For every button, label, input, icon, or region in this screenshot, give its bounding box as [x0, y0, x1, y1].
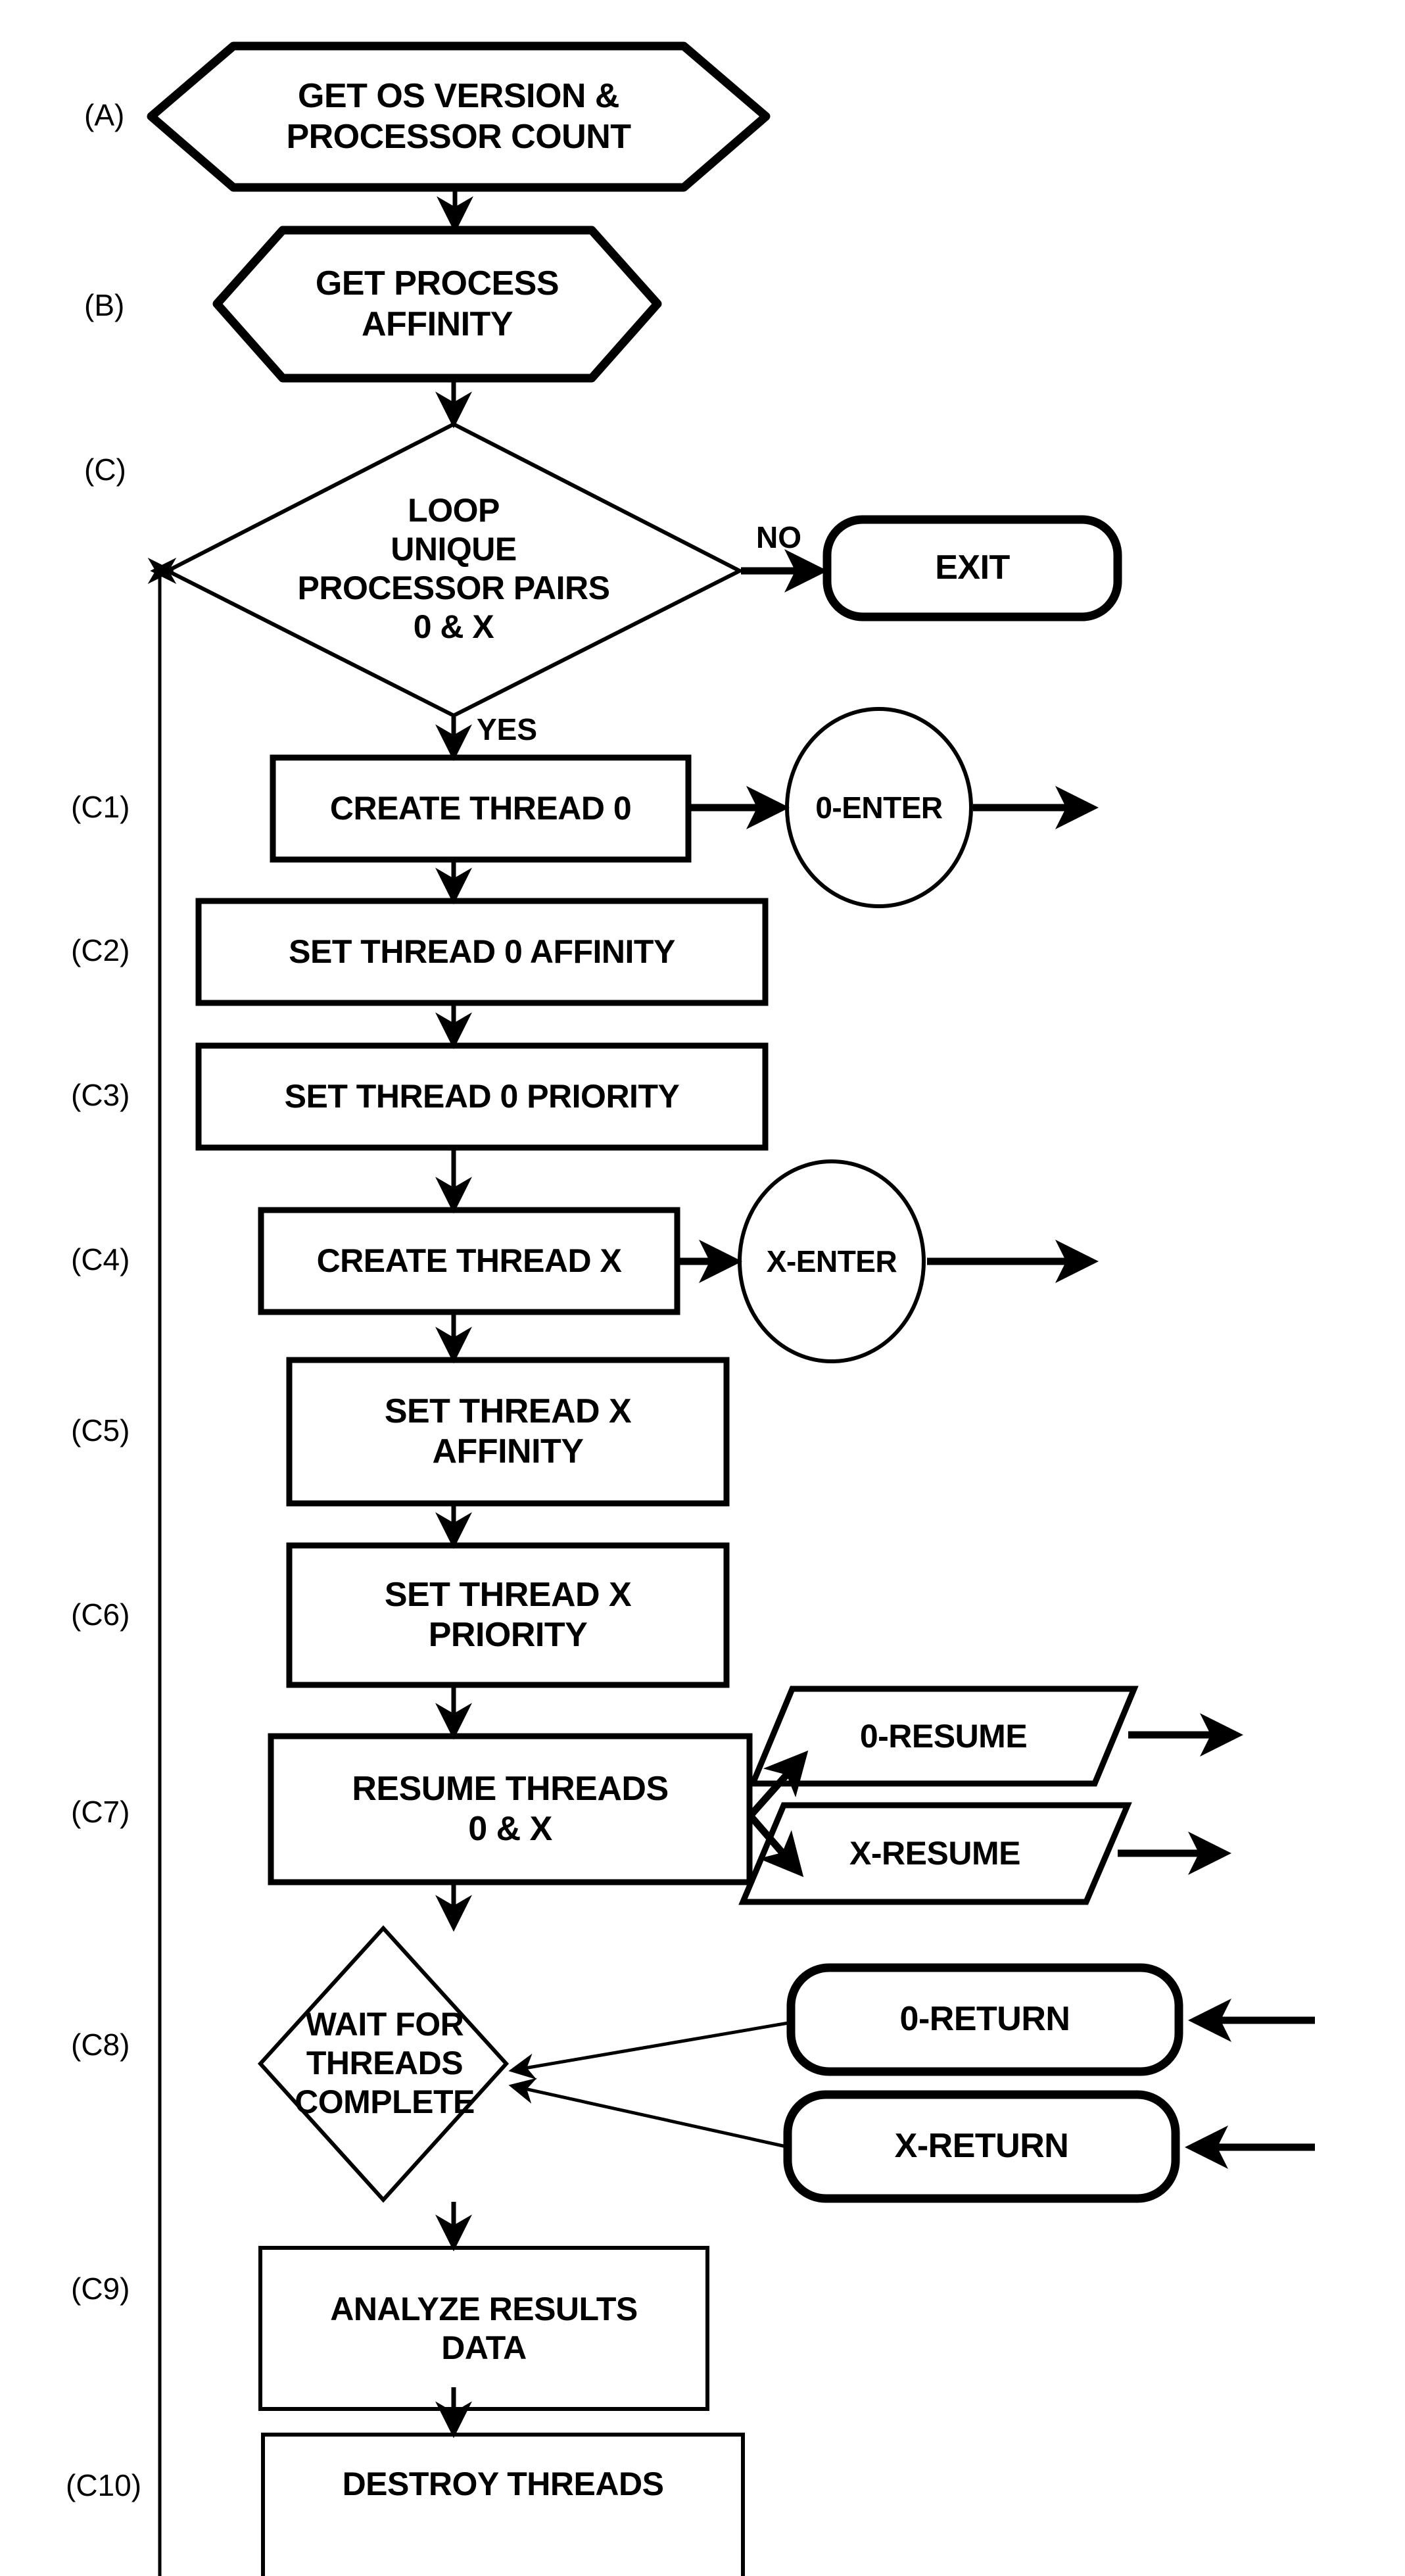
- edge-label-yes: YES: [477, 712, 538, 746]
- step-label-a: (A): [84, 98, 125, 132]
- step-label-c7: (C7): [71, 1795, 130, 1829]
- node-shape-0-return: [786, 1963, 1183, 2076]
- node-shape-destroy-threads: [261, 2433, 745, 2576]
- step-label-c8: (C8): [71, 2028, 130, 2062]
- node-shape-x-return: [783, 2090, 1180, 2203]
- node-shape-set-thread-x-priority: [286, 1542, 730, 1688]
- node-shape-0-resume: [748, 1686, 1139, 1787]
- node-shape-analyze-results-data: [258, 2246, 709, 2411]
- edge-loop-back-to-c: [150, 558, 177, 2576]
- node-shape-set-thread-0-priority: [195, 1042, 769, 1151]
- step-label-c9: (C9): [71, 2272, 130, 2306]
- node-shape-x-enter: [738, 1159, 926, 1363]
- node-shape-get-os-version: [147, 41, 771, 192]
- edge-label-no: NO: [756, 520, 801, 554]
- step-label-c10: (C10): [66, 2468, 142, 2502]
- node-shape-loop-decision: [163, 422, 744, 718]
- step-label-c: (C): [84, 452, 126, 487]
- edge-x-return-to-c8: [508, 2078, 790, 2149]
- step-label-c2: (C2): [71, 933, 130, 967]
- flowchart-canvas: [147, 41, 1315, 2576]
- node-shape-exit: [822, 515, 1122, 621]
- node-shape-wait-for-threads: [257, 1925, 510, 2203]
- node-shape-0-enter: [785, 707, 973, 908]
- node-shape-create-thread-0: [270, 754, 692, 863]
- node-shape-set-thread-0-affinity: [195, 898, 769, 1006]
- step-label-c5: (C5): [71, 1413, 130, 1447]
- node-shape-set-thread-x-affinity: [286, 1357, 730, 1507]
- step-label-c1: (C1): [71, 790, 130, 824]
- edge-0-return-to-c8: [508, 2020, 793, 2080]
- node-shape-get-process-affinity: [212, 226, 662, 383]
- step-label-b: (B): [84, 288, 125, 322]
- flowchart-page: (A) (B) (C) (C1) (C2) (C3) (C4) (C5) (C6…: [0, 0, 1405, 2576]
- node-shape-create-thread-x: [258, 1207, 680, 1315]
- step-label-c6: (C6): [71, 1597, 130, 1632]
- node-shape-x-resume: [738, 1802, 1132, 1905]
- node-shape-resume-threads: [268, 1733, 753, 1885]
- step-label-c3: (C3): [71, 1078, 130, 1112]
- step-label-c4: (C4): [71, 1242, 130, 1276]
